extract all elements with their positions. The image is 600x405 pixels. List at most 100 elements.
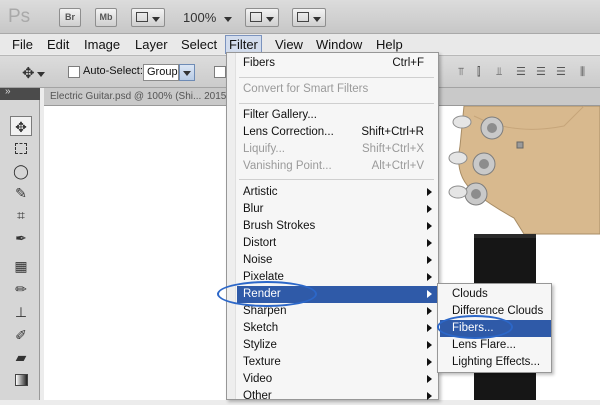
align-middle-icon[interactable]: ⫿ (477, 65, 491, 79)
filter-menu-item[interactable]: Artistic (243, 184, 278, 201)
submenu-arrow-icon (427, 222, 432, 230)
menu-shortcut: Shift+Ctrl+X (362, 143, 424, 155)
show-transform-checkbox[interactable] (214, 66, 226, 78)
distribute-left-icon[interactable]: ⫼ (580, 65, 594, 79)
history-brush-tool[interactable]: ✐ (10, 325, 32, 345)
chevron-down-icon (36, 71, 45, 77)
marquee-icon (15, 143, 27, 154)
menu-bar: File Edit Image Layer Select Filter View… (0, 34, 600, 54)
gradient-icon (14, 374, 28, 386)
submenu-arrow-icon (427, 256, 432, 264)
filter-menu-item[interactable]: Sketch (243, 320, 278, 337)
auto-select-checkbox[interactable] (68, 66, 80, 78)
annotation-oval-fibers (437, 315, 513, 339)
menu-window[interactable]: Window (316, 36, 362, 53)
crop-icon: ⌗ (17, 207, 25, 223)
filter-menu-item[interactable]: Fibers (243, 55, 275, 72)
submenu-arrow-icon (427, 273, 432, 281)
filter-menu-item[interactable]: Other (243, 388, 272, 405)
align-bottom-icon[interactable]: ⫫ (496, 65, 510, 79)
menu-shortcut: Alt+Ctrl+V (371, 160, 424, 172)
menu-separator (239, 77, 434, 78)
menu-file[interactable]: File (12, 36, 33, 53)
chevron-down-icon (313, 17, 322, 22)
render-menu-item[interactable]: Clouds (452, 286, 488, 303)
submenu-arrow-icon (427, 290, 432, 298)
filter-menu-item[interactable]: Distort (243, 235, 276, 252)
submenu-arrow-icon (427, 358, 432, 366)
auto-select-label: Auto-Select: (83, 65, 143, 77)
menu-help[interactable]: Help (376, 36, 403, 53)
collapse-icon[interactable]: » (5, 86, 11, 97)
healing-tool[interactable]: ▦ (10, 256, 32, 276)
submenu-arrow-icon (427, 375, 432, 383)
submenu-arrow-icon (427, 324, 432, 332)
menu-view[interactable]: View (275, 36, 303, 53)
auto-select-dropdown[interactable]: Group (143, 64, 195, 81)
screen-mode-icon (296, 12, 309, 22)
launch-minibridge-button[interactable]: Mb (95, 8, 117, 27)
filter-menu-item[interactable]: Brush Strokes (243, 218, 315, 235)
distribute-middle-icon[interactable]: ☰ (536, 65, 550, 79)
chevron-down-icon (183, 71, 191, 76)
tools-panel-header[interactable]: » (0, 86, 40, 100)
distribute-bottom-icon[interactable]: ☰ (556, 65, 570, 79)
screen-mode-button[interactable] (292, 8, 326, 27)
submenu-arrow-icon (427, 188, 432, 196)
eraser-tool[interactable]: ▰ (10, 347, 32, 367)
brush-icon: ✏ (15, 281, 27, 297)
gradient-tool[interactable] (10, 370, 32, 390)
zoom-level[interactable]: 100% (183, 10, 232, 25)
filter-menu-item[interactable]: Filter Gallery... (243, 107, 317, 124)
stamp-tool[interactable]: ⊥ (10, 302, 32, 322)
stamp-icon: ⊥ (14, 304, 28, 320)
submenu-arrow-icon (427, 341, 432, 349)
eraser-icon: ▰ (15, 349, 27, 365)
filter-menu-item[interactable]: Stylize (243, 337, 277, 354)
menu-edit[interactable]: Edit (47, 36, 69, 53)
annotation-oval-render (217, 281, 317, 307)
lasso-tool[interactable]: ◯ (10, 161, 32, 181)
chevron-down-icon (152, 17, 161, 22)
application-bar: Ps Br Mb 100% (0, 0, 600, 34)
dropdown-button[interactable] (179, 64, 195, 81)
lasso-icon: ◯ (13, 163, 29, 179)
history-brush-icon: ✐ (15, 327, 27, 343)
filter-menu-item: Convert for Smart Filters (243, 83, 369, 95)
brush-tool[interactable]: ✏ (10, 279, 32, 299)
menu-image[interactable]: Image (84, 36, 120, 53)
submenu-arrow-icon (427, 392, 432, 400)
filter-menu-item: Vanishing Point... (243, 160, 332, 172)
healing-icon: ▦ (14, 258, 28, 274)
submenu-arrow-icon (427, 307, 432, 315)
menu-layer[interactable]: Layer (135, 36, 168, 53)
filter-menu-item[interactable]: Noise (243, 252, 272, 269)
view-extras-button[interactable] (131, 8, 165, 27)
menu-gutter (227, 53, 236, 399)
filter-menu-item[interactable]: Lens Correction... (243, 124, 334, 141)
grid-icon (135, 12, 148, 22)
eyedropper-tool[interactable]: ✒ (10, 228, 32, 248)
filter-menu-item[interactable]: Blur (243, 201, 263, 218)
move-tool[interactable]: ✥ (10, 116, 32, 136)
filter-menu-item[interactable]: Texture (243, 354, 281, 371)
quick-select-tool[interactable]: ✎ (10, 183, 32, 203)
chevron-down-icon (266, 17, 275, 22)
arrange-documents-button[interactable] (245, 8, 279, 27)
menu-separator (239, 103, 434, 104)
eyedropper-icon: ✒ (15, 230, 27, 246)
align-top-icon[interactable]: ⫪ (458, 65, 472, 79)
marquee-tool[interactable] (10, 139, 32, 159)
launch-bridge-button[interactable]: Br (59, 8, 81, 27)
render-menu-item[interactable]: Lens Flare... (452, 337, 516, 354)
crop-tool[interactable]: ⌗ (10, 205, 32, 225)
submenu-arrow-icon (427, 205, 432, 213)
distribute-top-icon[interactable]: ☰ (516, 65, 530, 79)
move-tool-preset-icon[interactable]: ✥ (22, 64, 45, 82)
menu-select[interactable]: Select (181, 36, 217, 53)
render-menu-item[interactable]: Lighting Effects... (452, 354, 540, 371)
photoshop-logo: Ps (8, 6, 31, 27)
filter-menu-item[interactable]: Video (243, 371, 272, 388)
submenu-arrow-icon (427, 239, 432, 247)
menu-shortcut: Ctrl+F (392, 57, 424, 69)
